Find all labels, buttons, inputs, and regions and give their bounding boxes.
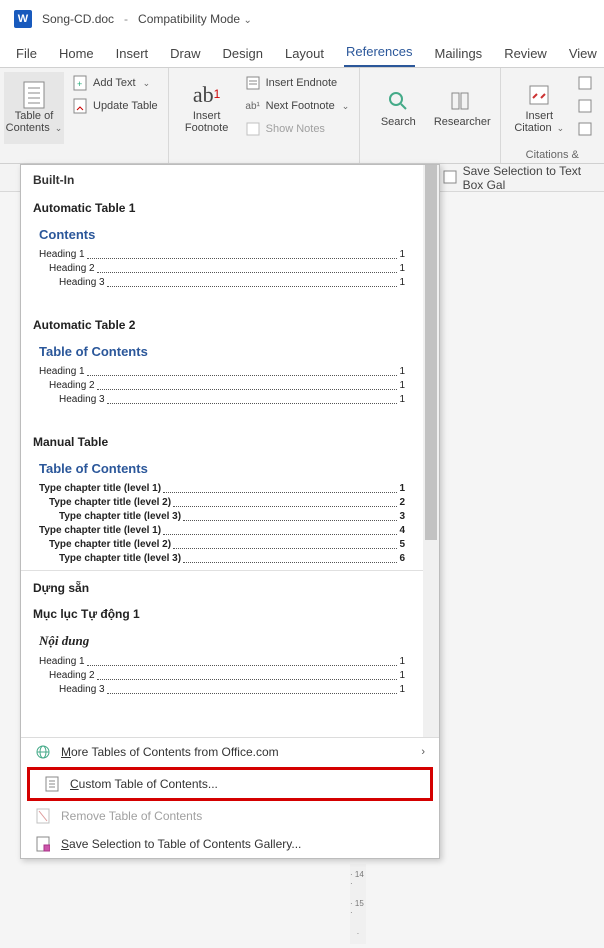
- search-button[interactable]: Search: [368, 72, 428, 144]
- globe-icon: [35, 744, 51, 760]
- tab-view[interactable]: View: [567, 40, 599, 67]
- page-icon: [44, 776, 60, 792]
- toc-icon: [21, 82, 47, 108]
- automatic-table-2-header[interactable]: Automatic Table 2: [21, 308, 423, 340]
- save-gallery-icon: [35, 836, 51, 852]
- sources-icon: [577, 75, 593, 91]
- save-selection-icon: [443, 170, 457, 186]
- automatic-table-1-preview[interactable]: Contents Heading 11 Heading 21 Heading 3…: [21, 223, 423, 308]
- biblio-icon: [577, 121, 593, 137]
- insert-citation-button[interactable]: Insert Citation ⌄: [509, 72, 569, 144]
- gallery-scrollbar[interactable]: ▲: [423, 165, 439, 737]
- save-selection-textbox-label[interactable]: Save Selection to Text Box Gal: [463, 164, 604, 192]
- auto2-title: Table of Contents: [39, 344, 405, 359]
- document-filename: Song-CD.doc: [42, 12, 114, 26]
- update-table-button[interactable]: Update Table: [70, 95, 160, 117]
- title-bar: W Song-CD.doc - Compatibility Mode ⌄: [0, 0, 604, 38]
- more-toc-office-item[interactable]: More Tables of Contents from Office.com …: [21, 738, 439, 766]
- tab-references[interactable]: References: [344, 38, 414, 67]
- endnote-icon: [245, 75, 261, 91]
- table-of-contents-gallery: ▲ Built-In Automatic Table 1 Contents He…: [20, 164, 440, 859]
- insert-endnote-button[interactable]: Insert Endnote: [243, 72, 352, 94]
- insert-footnote-button[interactable]: ab1 Insert Footnote: [177, 72, 237, 144]
- search-icon: [385, 88, 411, 114]
- table-of-contents-button[interactable]: Table of Contents ⌄: [4, 72, 64, 144]
- automatic-table-1-header[interactable]: Automatic Table 1: [21, 191, 423, 223]
- word-app-icon: W: [14, 10, 32, 28]
- toc-group-label: [4, 159, 160, 161]
- style-icon: [577, 98, 593, 114]
- tab-file[interactable]: File: [14, 40, 39, 67]
- next-footnote-icon: ab¹: [245, 98, 261, 114]
- compatibility-mode-label[interactable]: Compatibility Mode ⌄: [138, 12, 252, 26]
- vertical-ruler: · 14 · · 15 · ·: [350, 864, 366, 944]
- chevron-right-icon: ›: [421, 746, 425, 758]
- mucluc-preview[interactable]: Nội dung Heading 11 Heading 21 Heading 3…: [21, 629, 423, 715]
- tab-layout[interactable]: Layout: [283, 40, 326, 67]
- footnote-icon: ab1: [194, 82, 220, 108]
- tab-draw[interactable]: Draw: [168, 40, 202, 67]
- mucluc-header[interactable]: Mục lục Tự động 1: [21, 603, 423, 629]
- bibliography-button[interactable]: [575, 118, 595, 140]
- researcher-icon: [449, 88, 475, 114]
- svg-text:+: +: [77, 79, 82, 89]
- tab-mailings[interactable]: Mailings: [433, 40, 485, 67]
- ribbon: Table of Contents ⌄ + Add Text⌄ Update T…: [0, 68, 604, 164]
- tab-insert[interactable]: Insert: [114, 40, 151, 67]
- next-footnote-button[interactable]: ab¹ Next Footnote⌄: [243, 95, 352, 117]
- remove-icon: [35, 808, 51, 824]
- scroll-thumb[interactable]: [425, 165, 437, 540]
- manual-title: Table of Contents: [39, 461, 405, 476]
- auto1-title: Contents: [39, 227, 405, 242]
- citations-group-label: Citations &: [509, 147, 595, 161]
- dungsan-section-header: Dựng sẵn: [21, 571, 423, 603]
- tab-review[interactable]: Review: [502, 40, 549, 67]
- add-text-button[interactable]: + Add Text⌄: [70, 72, 160, 94]
- show-notes-icon: [245, 121, 261, 137]
- noidung-title: Nội dung: [39, 633, 405, 649]
- update-table-icon: [72, 98, 88, 114]
- title-separator: -: [124, 12, 128, 26]
- custom-toc-item[interactable]: Custom Table of Contents...: [30, 770, 430, 798]
- manual-table-header[interactable]: Manual Table: [21, 425, 423, 457]
- researcher-button[interactable]: Researcher: [432, 72, 492, 144]
- main-menu-tabs: File Home Insert Draw Design Layout Refe…: [0, 38, 604, 68]
- manage-sources-button[interactable]: [575, 72, 595, 94]
- show-notes-button: Show Notes: [243, 118, 352, 140]
- automatic-table-2-preview[interactable]: Table of Contents Heading 11 Heading 21 …: [21, 340, 423, 425]
- citation-icon: [526, 82, 552, 108]
- tab-design[interactable]: Design: [221, 40, 265, 67]
- tab-home[interactable]: Home: [57, 40, 96, 67]
- style-dropdown[interactable]: [575, 95, 595, 117]
- remove-toc-item: Remove Table of Contents: [21, 802, 439, 830]
- add-text-icon: +: [72, 75, 88, 91]
- manual-table-preview[interactable]: Table of Contents Type chapter title (le…: [21, 457, 423, 570]
- save-selection-gallery-item[interactable]: Save Selection to Table of Contents Gall…: [21, 830, 439, 858]
- builtin-section-header: Built-In: [21, 165, 423, 191]
